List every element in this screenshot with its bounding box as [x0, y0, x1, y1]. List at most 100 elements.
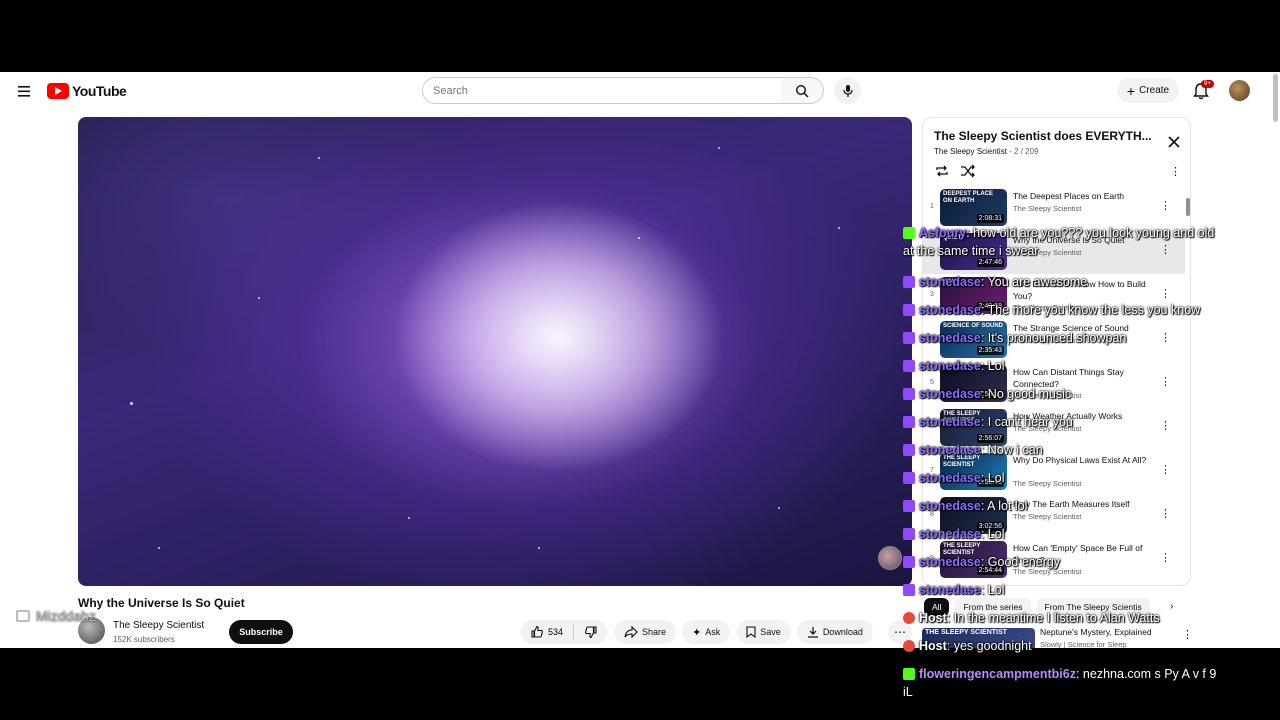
- account-avatar[interactable]: [1229, 80, 1250, 101]
- streamer-name: Mizddabz: [36, 608, 96, 624]
- playlist-item-channel: The Sleepy Scientist: [1013, 479, 1082, 488]
- chat-text: : Lol: [980, 471, 1005, 485]
- like-count: 534: [548, 627, 564, 637]
- bookmark-icon: [746, 626, 756, 638]
- youtube-logo[interactable]: YouTube: [47, 81, 127, 101]
- chat-username: floweringencampmentbi6z: [919, 667, 1076, 681]
- duration-badge: 2:35:43: [976, 346, 1004, 355]
- chat-text-continued: iL: [903, 685, 913, 699]
- video-player[interactable]: [78, 117, 912, 586]
- video-actions: 534 Share ✦ Ask Save Download: [520, 620, 873, 644]
- create-button[interactable]: + Create: [1117, 78, 1179, 103]
- twitch-badge-icon: [903, 556, 915, 568]
- chat-message: floweringencampmentbi6z: nezhna.com s Py…: [903, 665, 1216, 701]
- twitch-badge-icon: [903, 388, 915, 400]
- chat-username: Host: [919, 611, 947, 625]
- playlist-item-thumbnail[interactable]: DEEPEST PLACE ON EARTH 2:08:31: [940, 189, 1007, 226]
- subscribe-button[interactable]: Subscribe: [229, 620, 293, 644]
- playlist-panel: The Sleepy Scientist does EVERYTH... The…: [922, 117, 1191, 586]
- notification-count-badge: 9+: [1201, 80, 1214, 88]
- chat-username: stonedase: [919, 471, 981, 485]
- download-button[interactable]: Download: [796, 620, 873, 644]
- chat-message: stonedase: The more you know the less yo…: [903, 301, 1200, 319]
- chat-text: : I can't hear you: [980, 415, 1073, 429]
- loop-icon[interactable]: [934, 164, 950, 178]
- youtube-play-icon: [47, 83, 69, 99]
- chat-message: stonedase: No good music: [903, 385, 1071, 403]
- playlist-item-menu-icon[interactable]: ⋮: [1160, 419, 1171, 432]
- chat-text: : Lol: [980, 359, 1005, 373]
- shuffle-icon[interactable]: [960, 164, 976, 178]
- host-badge-icon: [903, 612, 915, 624]
- download-icon: [807, 627, 818, 638]
- kick-badge-icon: [903, 227, 915, 239]
- chat-message: stonedase: You are awesome: [903, 273, 1087, 291]
- chevron-right-icon[interactable]: ›: [1170, 601, 1173, 612]
- playlist-item-menu-icon[interactable]: ⋮: [1160, 199, 1171, 212]
- download-label: Download: [822, 627, 863, 637]
- playlist-item-title[interactable]: The Deepest Places on Earth: [1013, 190, 1153, 202]
- playlist-menu-icon[interactable]: ⋮: [1170, 165, 1181, 178]
- playlist-item-menu-icon[interactable]: ⋮: [1160, 551, 1171, 564]
- logo-text: YouTube: [72, 83, 127, 99]
- chat-text: : Lol: [980, 527, 1005, 541]
- chat-text: : Now i can: [980, 443, 1043, 457]
- recommended-title[interactable]: Neptune's Mystery, Explained: [1040, 627, 1170, 637]
- playlist-item-index: 1: [930, 203, 934, 210]
- close-icon[interactable]: [1167, 135, 1181, 149]
- ask-button[interactable]: ✦ Ask: [682, 620, 731, 644]
- save-label: Save: [760, 627, 781, 637]
- recommended-channel[interactable]: Slowly | Science for Sleep: [1040, 640, 1170, 648]
- chat-message: Host: yes goodnight: [903, 637, 1032, 655]
- chat-message: stonedase: A lot lol: [903, 497, 1027, 515]
- dislike-button[interactable]: [574, 625, 608, 639]
- chat-username: stonedase: [919, 583, 981, 597]
- share-label: Share: [642, 627, 667, 637]
- twitch-badge-icon: [903, 528, 915, 540]
- like-dislike-group: 534: [520, 620, 609, 644]
- playlist-owner[interactable]: The Sleepy Scientist: [934, 147, 1007, 156]
- chat-text: : how old are you??? you look young and …: [966, 226, 1215, 240]
- playlist-subtitle: The Sleepy Scientist - 2 / 209: [934, 147, 1039, 156]
- save-button[interactable]: Save: [736, 620, 791, 644]
- playlist-title[interactable]: The Sleepy Scientist does EVERYTH...: [934, 129, 1154, 143]
- playlist-scroll-thumb[interactable]: [1186, 198, 1190, 216]
- chat-text-continued: at the same time i swear: [903, 244, 1039, 258]
- twitch-badge-icon: [903, 500, 915, 512]
- like-button[interactable]: 534: [520, 625, 573, 639]
- ask-label: Ask: [705, 627, 721, 637]
- page-scrollbar[interactable]: [1272, 72, 1280, 648]
- page-scroll-thumb[interactable]: [1273, 74, 1278, 122]
- player-channel-watermark: [878, 546, 902, 570]
- search-button[interactable]: [781, 77, 824, 104]
- playlist-item-menu-icon[interactable]: ⋮: [1160, 507, 1171, 520]
- streamer-tag: Mizddabz: [16, 608, 96, 624]
- plus-icon: +: [1126, 82, 1136, 99]
- chat-username: stonedase: [919, 555, 981, 569]
- chat-username: stonedase: [919, 527, 981, 541]
- chat-username: stonedase: [919, 415, 981, 429]
- host-badge-icon: [903, 640, 915, 652]
- twitch-badge-icon: [903, 332, 915, 344]
- chat-message: stonedase: Good energy: [903, 553, 1060, 571]
- playlist-item-menu-icon[interactable]: ⋮: [1160, 287, 1171, 300]
- hamburger-menu-icon[interactable]: [14, 82, 34, 100]
- channel-name[interactable]: The Sleepy Scientist: [113, 620, 204, 631]
- playlist-item-menu-icon[interactable]: ⋮: [1160, 331, 1171, 344]
- chat-username: Asfoury: [919, 226, 967, 240]
- chat-text: : Good energy: [980, 555, 1061, 569]
- chat-message: Asfoury: how old are you??? you look you…: [903, 224, 1214, 260]
- playlist-item-menu-icon[interactable]: ⋮: [1160, 375, 1171, 388]
- share-arrow-icon: [624, 626, 638, 638]
- search-box[interactable]: [422, 77, 782, 104]
- playlist-item-title[interactable]: How The Earth Measures Itself: [1013, 498, 1153, 510]
- microphone-icon: [842, 84, 853, 97]
- voice-search-button[interactable]: [834, 77, 861, 104]
- recommended-menu-icon[interactable]: ⋮: [1182, 628, 1193, 641]
- share-button[interactable]: Share: [614, 620, 677, 644]
- chat-text: : A lot lol: [980, 499, 1028, 513]
- search-input[interactable]: [433, 84, 781, 97]
- youtube-window: YouTube + Create 9+ Why: [0, 72, 1280, 648]
- twitch-badge-icon: [903, 472, 915, 484]
- playlist-item-menu-icon[interactable]: ⋮: [1160, 463, 1171, 476]
